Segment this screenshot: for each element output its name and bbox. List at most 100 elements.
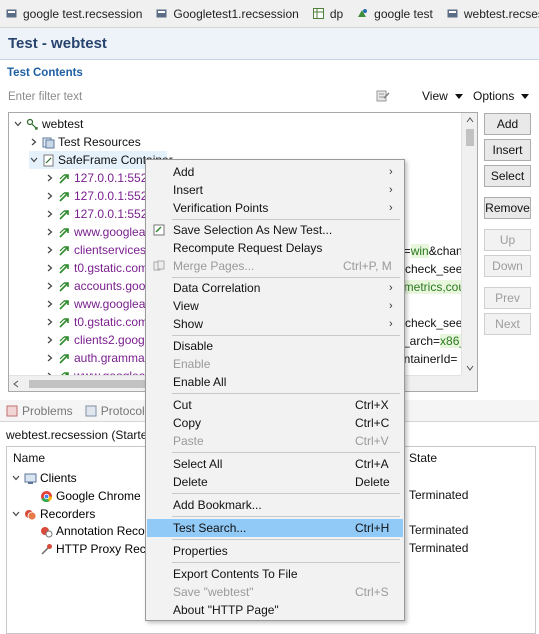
- table-row-recorders[interactable]: Recorders: [11, 505, 95, 523]
- chevron-right-icon[interactable]: [45, 173, 55, 183]
- menu-item-enable-all[interactable]: Enable All: [147, 373, 403, 391]
- state-cell: Terminated: [409, 523, 469, 537]
- request-host: clients2.google: [74, 333, 155, 347]
- page-title: Test - webtest: [8, 35, 107, 52]
- request-host: www.googleap: [74, 297, 153, 311]
- tab-dp[interactable]: dp: [307, 0, 351, 27]
- menu-item-verification-points[interactable]: Verification Points ›: [147, 199, 403, 217]
- tab-label: webtest.recsessi: [463, 6, 539, 21]
- tree-node-request[interactable]: accounts.googl: [45, 277, 155, 295]
- menu-item-export-contents[interactable]: Export Contents To File: [147, 565, 403, 583]
- request-tail: &check_seen: [397, 262, 470, 276]
- prev-button[interactable]: Prev: [484, 287, 531, 309]
- up-button[interactable]: Up: [484, 229, 531, 251]
- tree-node-request[interactable]: clients2.google: [45, 331, 154, 349]
- menu-item-label: Show: [173, 317, 204, 331]
- submenu-arrow-icon: ›: [389, 202, 393, 214]
- chevron-right-icon[interactable]: [45, 353, 55, 363]
- menu-item-data-correlation[interactable]: Data Correlation ›: [147, 279, 403, 297]
- tree-node-webtest[interactable]: webtest: [13, 115, 83, 133]
- tree-node-request[interactable]: 127.0.0.1:55296: [45, 205, 161, 223]
- chevron-right-icon[interactable]: [45, 299, 55, 309]
- chevron-down-icon[interactable]: [11, 473, 21, 483]
- tree-node-request[interactable]: t0.gstatic.com:: [45, 313, 151, 331]
- menu-item-recompute-delays[interactable]: Recompute Request Delays: [147, 239, 403, 257]
- filter-options-icon[interactable]: [376, 89, 390, 103]
- down-button[interactable]: Down: [484, 255, 531, 277]
- tab-problems[interactable]: Problems: [0, 404, 79, 418]
- table-row-chrome[interactable]: Google Chrome: [37, 487, 141, 505]
- menu-item-label: Cut: [173, 398, 192, 412]
- select-button[interactable]: Select: [484, 165, 531, 187]
- table-row-clients[interactable]: Clients: [11, 469, 77, 487]
- menu-item-cut[interactable]: Cut Ctrl+X: [147, 396, 403, 414]
- chevron-down-icon[interactable]: [11, 509, 21, 519]
- filter-input[interactable]: [8, 88, 358, 106]
- column-header-state[interactable]: State: [403, 447, 535, 469]
- vertical-scrollbar[interactable]: [461, 113, 477, 375]
- chevron-right-icon[interactable]: [45, 335, 55, 345]
- menu-item-shortcut: Ctrl+X: [355, 398, 389, 412]
- tab-google-test[interactable]: google test: [351, 0, 441, 27]
- tab-googletest1-recsession[interactable]: Googletest1.recsession: [150, 0, 306, 27]
- add-button[interactable]: Add: [484, 113, 531, 135]
- menu-item-view[interactable]: View ›: [147, 297, 403, 315]
- chevron-right-icon[interactable]: [45, 191, 55, 201]
- chevron-right-icon[interactable]: [45, 245, 55, 255]
- options-menu-label: Options: [473, 89, 515, 103]
- chevron-down-icon[interactable]: [13, 119, 23, 129]
- menu-item-label: Enable All: [173, 375, 227, 389]
- menu-item-insert[interactable]: Insert ›: [147, 181, 403, 199]
- chevron-right-icon[interactable]: [45, 209, 55, 219]
- tab-webtest-recsession[interactable]: webtest.recsessi: [441, 0, 539, 27]
- menu-item-select-all[interactable]: Select All Ctrl+A: [147, 455, 403, 473]
- state-cell: Terminated: [409, 488, 469, 502]
- menu-item-disable[interactable]: Disable: [147, 337, 403, 355]
- remove-button[interactable]: Remove: [484, 197, 531, 219]
- menu-item-add[interactable]: Add ›: [147, 163, 403, 181]
- tree-node-request[interactable]: 127.0.0.1:55296: [45, 187, 161, 205]
- view-menu-button[interactable]: View: [422, 89, 463, 103]
- scroll-up-icon[interactable]: [466, 117, 474, 123]
- request-tail: e=win&chan: [397, 244, 463, 258]
- scrollbar-thumb[interactable]: [466, 129, 474, 146]
- menu-item-save-selection[interactable]: Save Selection As New Test...: [147, 221, 403, 239]
- menu-item-test-search[interactable]: Test Search... Ctrl+H: [147, 519, 403, 537]
- menu-item-label: Select All: [173, 457, 223, 471]
- tree-node-request[interactable]: t0.gstatic.com:: [45, 259, 151, 277]
- options-menu-button[interactable]: Options: [473, 89, 530, 103]
- menu-item-merge-pages[interactable]: Merge Pages... Ctrl+P, M: [147, 257, 403, 275]
- menu-item-show[interactable]: Show ›: [147, 315, 403, 333]
- problems-icon: [6, 405, 18, 416]
- chevron-right-icon[interactable]: [45, 281, 55, 291]
- chevron-right-icon[interactable]: [45, 317, 55, 327]
- tree-node-request[interactable]: www.googleap: [45, 223, 152, 241]
- tree-node-request[interactable]: auth.grammarl: [45, 349, 151, 367]
- chevron-down-icon[interactable]: [29, 155, 39, 165]
- insert-button[interactable]: Insert: [484, 139, 531, 161]
- menu-item-properties[interactable]: Properties: [147, 542, 403, 560]
- menu-item-add-bookmark[interactable]: Add Bookmark...: [147, 496, 403, 514]
- menu-item-copy[interactable]: Copy Ctrl+C: [147, 414, 403, 432]
- tab-google-test-recsession[interactable]: google test.recsession: [0, 0, 150, 27]
- http-test-icon: [26, 118, 38, 130]
- menu-item-delete[interactable]: Delete Delete: [147, 473, 403, 491]
- tree-node-request[interactable]: 127.0.0.1:55296: [45, 169, 161, 187]
- menu-item-enable[interactable]: Enable: [147, 355, 403, 373]
- tree-node-request[interactable]: clientservices.g: [45, 241, 156, 259]
- next-button[interactable]: Next: [484, 313, 531, 335]
- tree-node-test-resources[interactable]: Test Resources: [29, 133, 141, 151]
- chevron-right-icon[interactable]: [45, 227, 55, 237]
- chevron-right-icon[interactable]: [29, 137, 39, 147]
- table-row-annotation-recorder[interactable]: Annotation Recorde: [37, 522, 162, 540]
- menu-item-label: View: [173, 299, 199, 313]
- menu-item-shortcut: Delete: [355, 475, 390, 489]
- scroll-left-icon[interactable]: [13, 380, 19, 388]
- editor-tab-bar: google test.recsession Googletest1.recse…: [0, 0, 539, 28]
- menu-item-paste[interactable]: Paste Ctrl+V: [147, 432, 403, 450]
- tree-node-request[interactable]: www.googleap: [45, 295, 152, 313]
- menu-item-save[interactable]: Save "webtest" Ctrl+S: [147, 583, 403, 601]
- scroll-down-icon[interactable]: [466, 365, 474, 371]
- menu-item-about[interactable]: About "HTTP Page": [147, 601, 403, 619]
- chevron-right-icon[interactable]: [45, 263, 55, 273]
